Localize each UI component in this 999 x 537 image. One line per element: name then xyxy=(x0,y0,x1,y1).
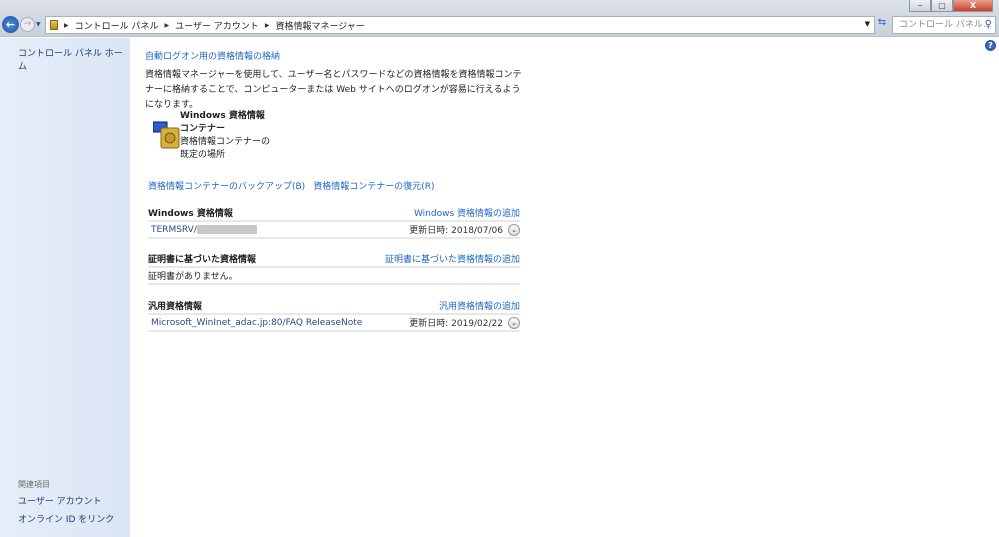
sidebar-user-accounts[interactable]: ユーザー アカウント xyxy=(18,494,102,507)
credential-name[interactable]: Microsoft_WinInet_adac.jp:80/FAQ Release… xyxy=(151,318,362,328)
credential-vault-icon xyxy=(153,121,180,149)
navigation-bar: ← → ▼ ▶ コントロール パネル ▶ ユーザー アカウント ▶ 資格情報マネ… xyxy=(0,14,999,37)
backup-vault-link[interactable]: 資格情報コンテナーのバックアップ(B) xyxy=(148,179,305,192)
add-windows-credential-link[interactable]: Windows 資格情報の追加 xyxy=(414,206,520,220)
breadcrumb-control-panel[interactable]: コントロール パネル xyxy=(75,19,159,32)
credential-name[interactable]: TERMSRV/ xyxy=(151,225,197,235)
chevron-down-icon[interactable]: ⌄ xyxy=(508,316,520,329)
vault-desc-cont: 既定の場所 xyxy=(180,150,226,160)
close-button[interactable]: X xyxy=(953,0,993,12)
vault-desc: 資格情報コンテナーの xyxy=(180,137,271,147)
breadcrumb-credential-manager[interactable]: 資格情報マネージャー xyxy=(275,19,364,32)
restore-vault-link[interactable]: 資格情報コンテナーの復元(R) xyxy=(313,179,434,192)
forward-button[interactable]: → xyxy=(20,17,35,32)
add-generic-credential-link[interactable]: 汎用資格情報の追加 xyxy=(439,299,520,313)
modified-date: 更新日時: 2018/07/06 xyxy=(409,226,503,236)
back-button[interactable]: ← xyxy=(2,16,19,33)
section-heading: 汎用資格情報 xyxy=(148,302,203,312)
page-title: 自動ログオン用の資格情報の格納 xyxy=(145,52,281,62)
refresh-icon[interactable]: ⇆ xyxy=(875,17,889,33)
chevron-down-icon[interactable]: ⌄ xyxy=(508,223,520,236)
address-dropdown-icon[interactable]: ▼ xyxy=(865,20,870,28)
generic-credentials-section: 汎用資格情報 汎用資格情報の追加 Microsoft_WinInet_adac.j… xyxy=(148,299,520,332)
recent-pages-dropdown[interactable]: ▼ xyxy=(36,21,41,28)
search-placeholder: コントロール パネル... xyxy=(899,20,992,30)
help-icon[interactable]: ? xyxy=(985,40,996,51)
redacted-text xyxy=(196,224,257,234)
sidebar-control-panel-home[interactable]: コントロール パネル ホーム xyxy=(18,46,130,72)
control-panel-icon xyxy=(50,20,58,30)
windows-credentials-section: Windows 資格情報 Windows 資格情報の追加 TERMSRV/更新日時… xyxy=(148,206,520,239)
section-heading: Windows 資格情報 xyxy=(148,209,233,219)
vault-info: Windows 資格情報 コンテナー 資格情報コンテナーの 既定の場所 xyxy=(180,110,270,162)
credential-row[interactable]: TERMSRV/更新日時: 2018/07/06 ⌄ xyxy=(148,222,520,239)
related-heading: 関連項目 xyxy=(18,480,50,489)
modified-date: 更新日時: 2019/02/22 xyxy=(409,319,503,329)
add-certificate-credential-link[interactable]: 証明書に基づいた資格情報の追加 xyxy=(385,252,520,266)
certificate-credentials-section: 証明書に基づいた資格情報 証明書に基づいた資格情報の追加 証明書がありません。 xyxy=(148,252,520,285)
title-bar: ‒ ▢ X xyxy=(0,0,999,14)
address-bar[interactable]: ▶ コントロール パネル ▶ ユーザー アカウント ▶ 資格情報マネージャー ▼ xyxy=(45,16,875,34)
breadcrumb-user-accounts[interactable]: ユーザー アカウント xyxy=(175,19,259,32)
section-heading: 証明書に基づいた資格情報 xyxy=(148,255,257,265)
vault-name: Windows 資格情報 xyxy=(180,111,265,121)
vault-name-cont: コンテナー xyxy=(180,124,226,134)
search-input[interactable]: コントロール パネル... ⚲ xyxy=(892,16,996,34)
empty-row: 証明書がありません。 xyxy=(148,268,520,285)
minimize-button[interactable]: ‒ xyxy=(909,0,931,12)
maximize-button[interactable]: ▢ xyxy=(931,0,953,12)
chevron-right-icon[interactable]: ▶ xyxy=(64,22,69,29)
empty-message: 証明書がありません。 xyxy=(148,272,238,282)
search-icon[interactable]: ⚲ xyxy=(985,17,992,33)
sidebar-link-online-id[interactable]: オンライン ID をリンク xyxy=(18,512,114,525)
sidebar: コントロール パネル ホーム 関連項目 ユーザー アカウント オンライン ID … xyxy=(0,38,130,537)
chevron-right-icon[interactable]: ▶ xyxy=(165,22,170,29)
credential-row[interactable]: Microsoft_WinInet_adac.jp:80/FAQ Release… xyxy=(148,315,520,332)
description: 資格情報マネージャーを使用して、ユーザー名とパスワードなどの資格情報を資格情報コ… xyxy=(145,70,522,110)
chevron-right-icon[interactable]: ▶ xyxy=(265,22,270,29)
